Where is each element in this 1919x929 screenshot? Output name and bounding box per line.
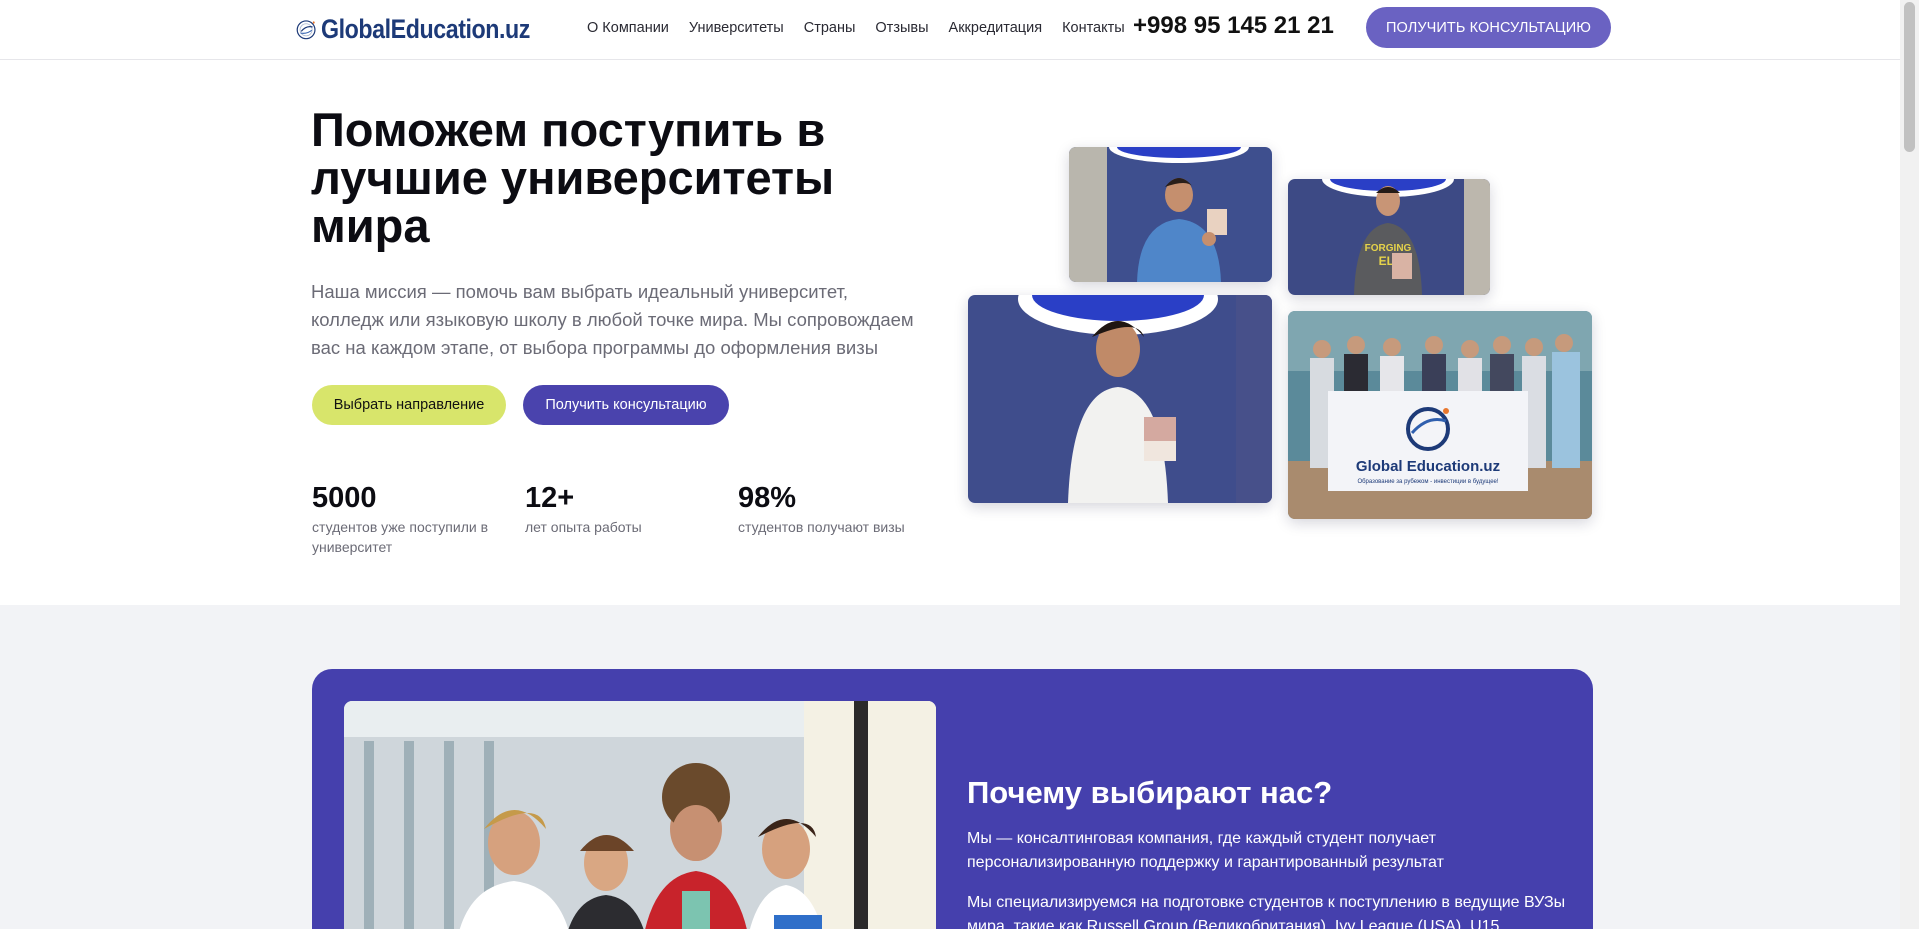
nav-link-reviews[interactable]: Отзывы xyxy=(875,20,928,36)
svg-text:FORGING: FORGING xyxy=(1365,243,1412,254)
stat-label: лет опыта работы xyxy=(525,519,642,535)
stat-visas: 98% студентов получают визы xyxy=(738,481,928,537)
student-photo-3 xyxy=(968,295,1272,503)
stat-value: 12+ xyxy=(525,482,575,514)
why-paragraph-2: Мы специализируемся на подготовке студен… xyxy=(967,894,1566,929)
group-photo: Global Education.uz Образование за рубеж… xyxy=(1288,311,1592,519)
why-title: Почему выбирают нас? xyxy=(967,775,1333,810)
globe-logo-icon xyxy=(296,20,316,40)
main-nav: О Компании Университеты Страны Отзывы Ак… xyxy=(587,0,1145,56)
phone-number[interactable]: +998 95 145 21 21 xyxy=(1133,12,1334,40)
nav-link-about[interactable]: О Компании xyxy=(587,20,669,36)
choose-direction-button[interactable]: Выбрать направление xyxy=(312,385,506,425)
stat-label: студентов получают визы xyxy=(738,519,905,535)
hero-section: Поможем поступить в лучшие университеты … xyxy=(0,60,1900,605)
scrollbar-thumb[interactable] xyxy=(1904,2,1915,152)
student-photo-1 xyxy=(1069,147,1272,282)
site-header: GlobalEducation.uz О Компании Университе… xyxy=(0,0,1900,60)
stat-label: студентов уже поступили в университет xyxy=(312,519,489,555)
stat-experience: 12+ лет опыта работы xyxy=(525,481,715,537)
nav-link-contacts[interactable]: Контакты xyxy=(1062,20,1125,36)
logo-wordmark: GlobalEducation.uz xyxy=(320,13,530,44)
why-choose-us-card: Почему выбирают нас? Мы — консалтинговая… xyxy=(312,669,1593,929)
header-consultation-button[interactable]: ПОЛУЧИТЬ КОНСУЛЬТАЦИЮ xyxy=(1366,7,1611,48)
nav-link-countries[interactable]: Страны xyxy=(804,20,856,36)
students-group-photo xyxy=(344,701,936,929)
site-logo[interactable]: GlobalEducation.uz xyxy=(294,2,564,56)
stat-value: 98% xyxy=(738,482,797,514)
page-scrollbar[interactable] xyxy=(1900,0,1919,929)
nav-link-accreditation[interactable]: Аккредитация xyxy=(949,20,1043,36)
stat-value: 5000 xyxy=(312,482,377,514)
banner-subtext: Образование за рубежом - инвестиции в бу… xyxy=(1357,479,1498,485)
hero-title: Поможем поступить в лучшие университеты … xyxy=(311,103,835,252)
nav-link-universities[interactable]: Университеты xyxy=(689,20,784,36)
stat-students: 5000 студентов уже поступили в университ… xyxy=(312,481,502,557)
student-photo-2: FORGING ELI xyxy=(1288,179,1490,295)
get-consultation-button[interactable]: Получить консультацию xyxy=(523,385,729,425)
banner-text: Global Education.uz xyxy=(1356,458,1500,475)
why-paragraph-1: Мы — консалтинговая компания, где каждый… xyxy=(967,830,1444,871)
hero-description: Наша миссия — помочь вам выбрать идеальн… xyxy=(311,281,914,358)
